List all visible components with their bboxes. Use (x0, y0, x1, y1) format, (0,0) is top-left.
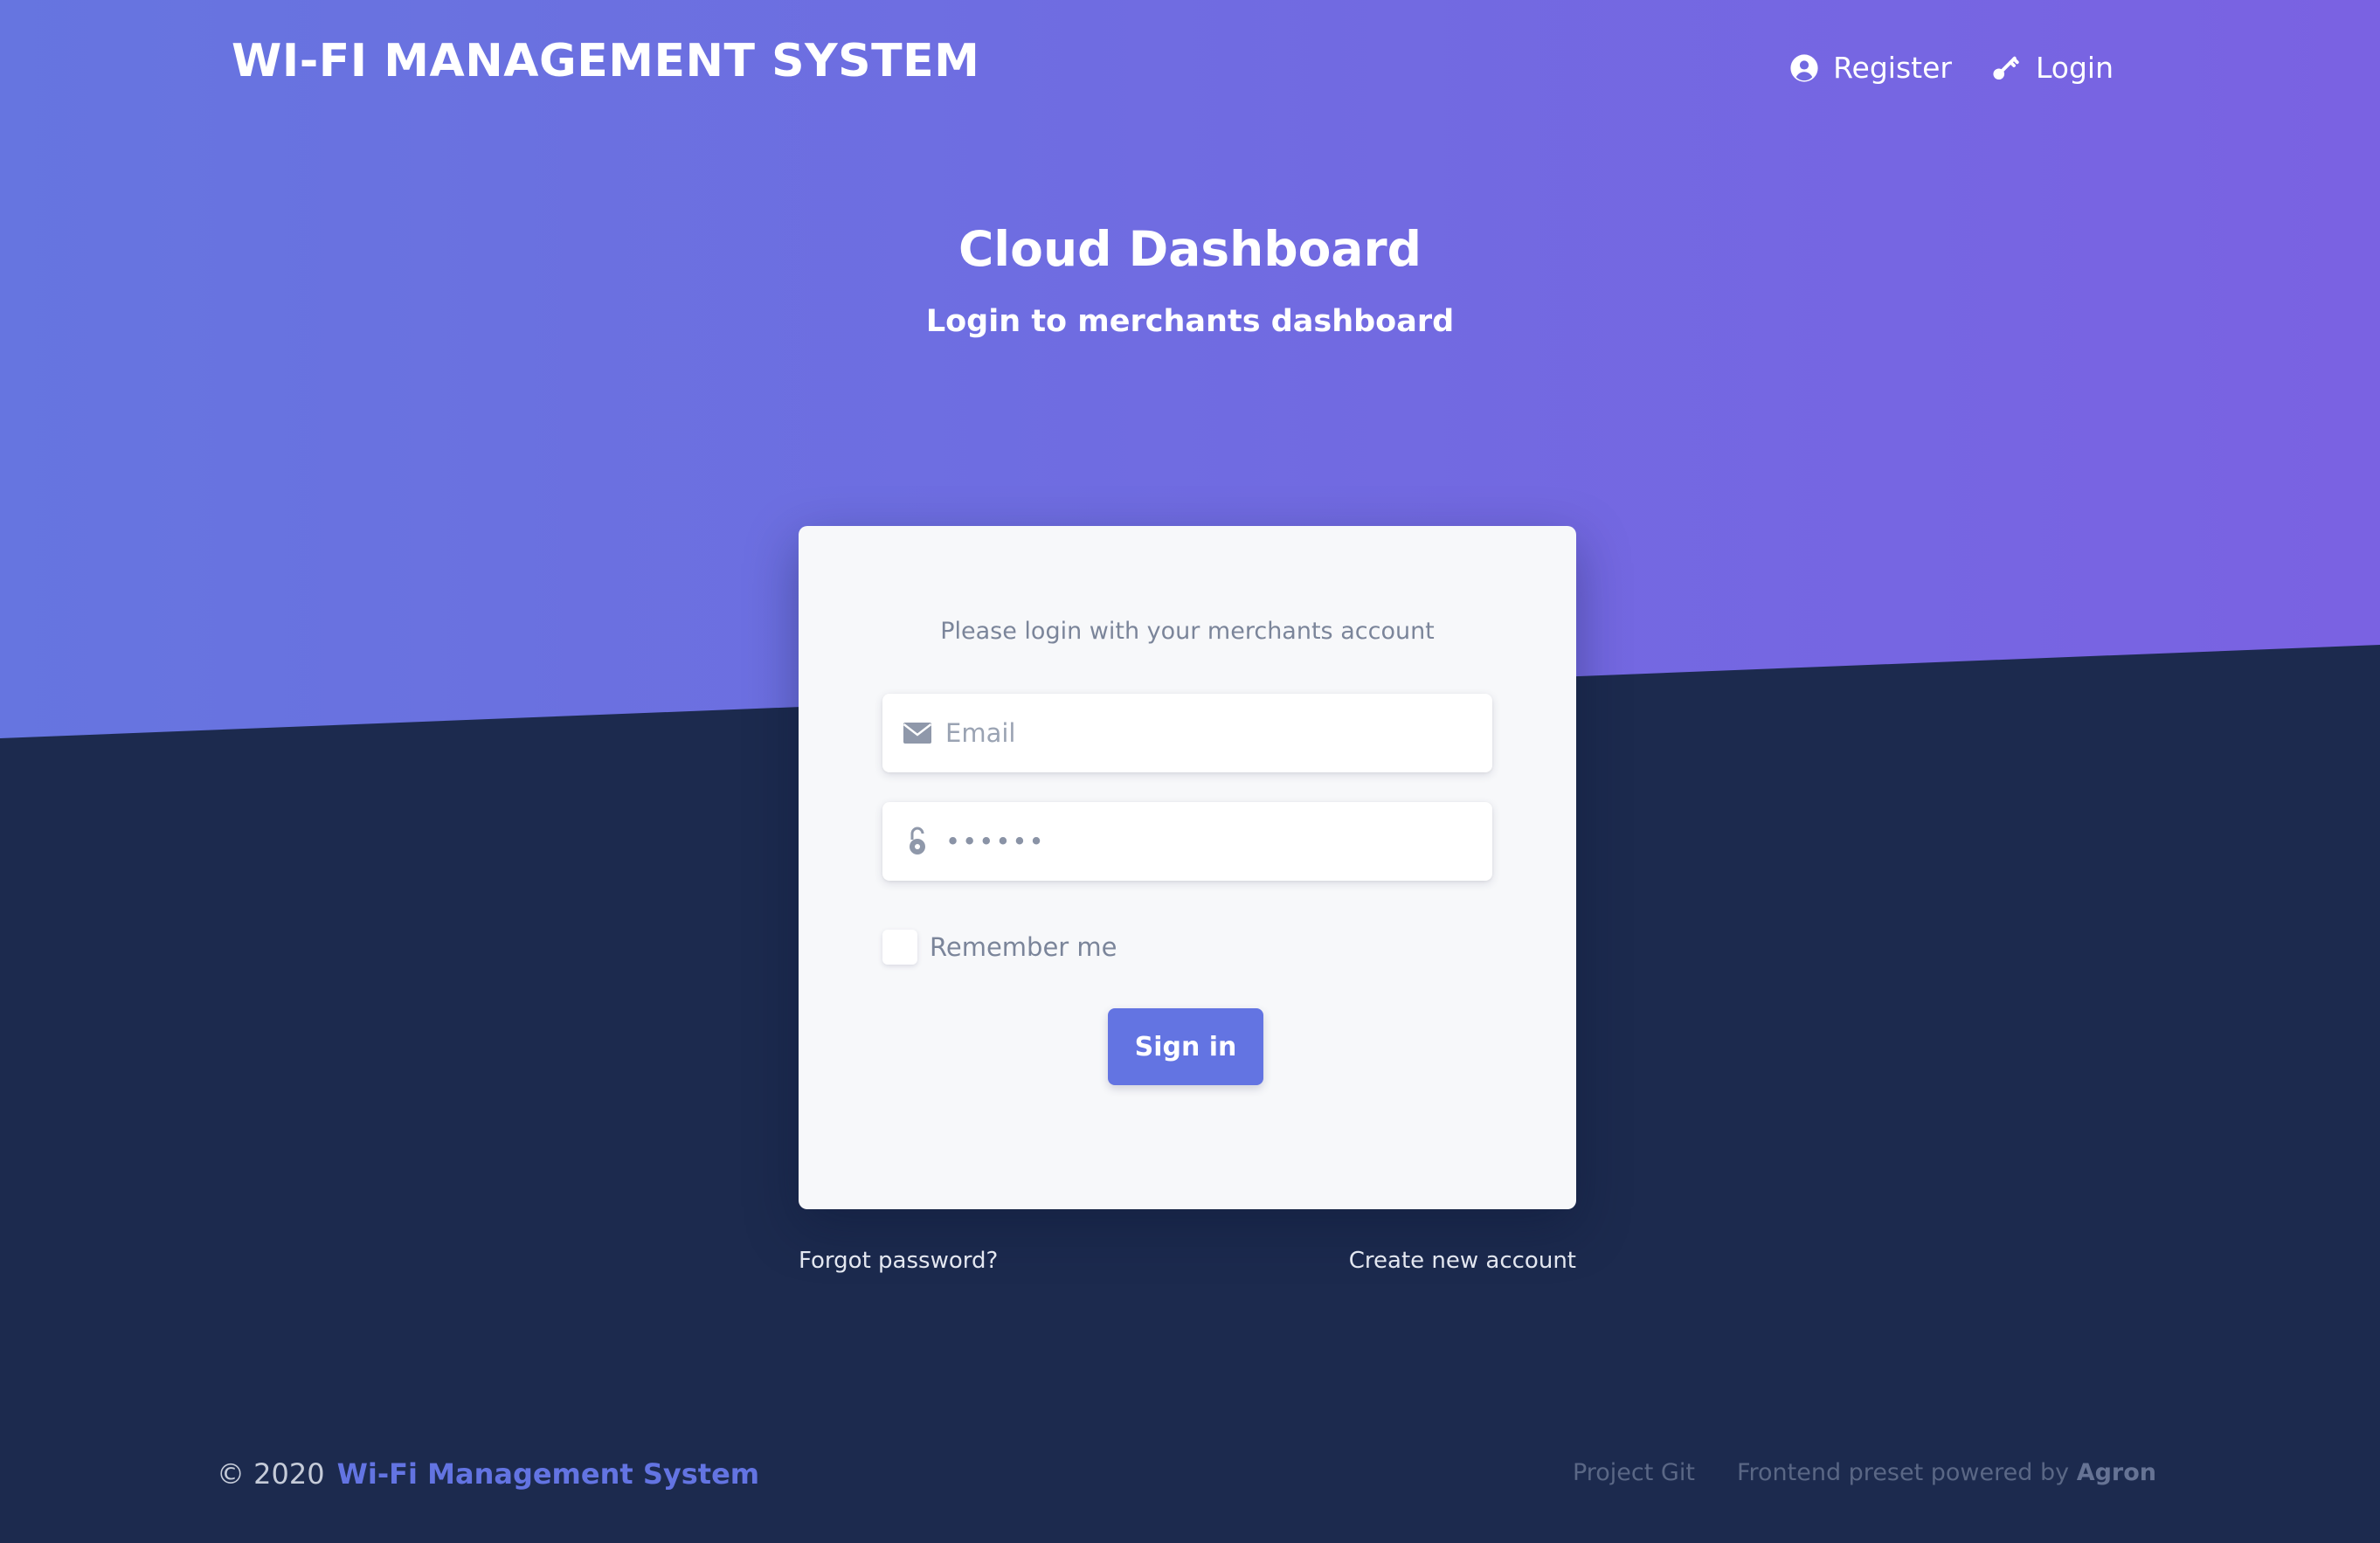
email-placeholder: Email (945, 718, 1016, 748)
project-git-link[interactable]: Project Git (1573, 1459, 1695, 1486)
email-field[interactable]: Email (882, 694, 1492, 772)
top-nav: Register Login (1789, 51, 2114, 85)
envelope-icon (902, 722, 933, 744)
copyright-text: © 2020 (217, 1457, 325, 1491)
remember-checkbox[interactable] (882, 930, 917, 965)
password-value: •••••• (945, 827, 1046, 856)
page-title: Cloud Dashboard (958, 221, 1422, 277)
nav-login[interactable]: Login (1990, 51, 2114, 85)
page-subtitle: Login to merchants dashboard (925, 304, 1455, 339)
footer-copyright: © 2020 Wi-Fi Management System (217, 1457, 759, 1491)
remember-me[interactable]: Remember me (882, 930, 1117, 965)
brand-title[interactable]: WI-FI MANAGEMENT SYSTEM (232, 35, 979, 87)
page: WI-FI MANAGEMENT SYSTEM Register Login C… (0, 0, 2380, 1543)
password-field[interactable]: •••••• (882, 802, 1492, 881)
unlock-icon (902, 827, 933, 856)
preset-brand: Agron (2076, 1459, 2156, 1486)
create-account-link[interactable]: Create new account (1349, 1248, 1576, 1274)
forgot-password-link[interactable]: Forgot password? (799, 1248, 998, 1274)
login-caption: Please login with your merchants account (940, 618, 1435, 645)
user-circle-icon (1789, 53, 1819, 83)
login-card: Please login with your merchants account… (799, 526, 1576, 1209)
footer-links: Project Git Frontend preset powered by A… (1573, 1459, 2156, 1486)
preset-credit[interactable]: Frontend preset powered by Agron (1737, 1459, 2156, 1486)
key-icon (1990, 52, 2022, 84)
footer-brand-link[interactable]: Wi-Fi Management System (337, 1457, 760, 1491)
preset-prefix: Frontend preset powered by (1736, 1459, 2070, 1486)
signin-button[interactable]: Sign in (1108, 1008, 1263, 1085)
nav-login-label: Login (2035, 51, 2114, 85)
nav-register[interactable]: Register (1789, 51, 1952, 85)
nav-register-label: Register (1833, 51, 1952, 85)
remember-label: Remember me (930, 932, 1117, 962)
